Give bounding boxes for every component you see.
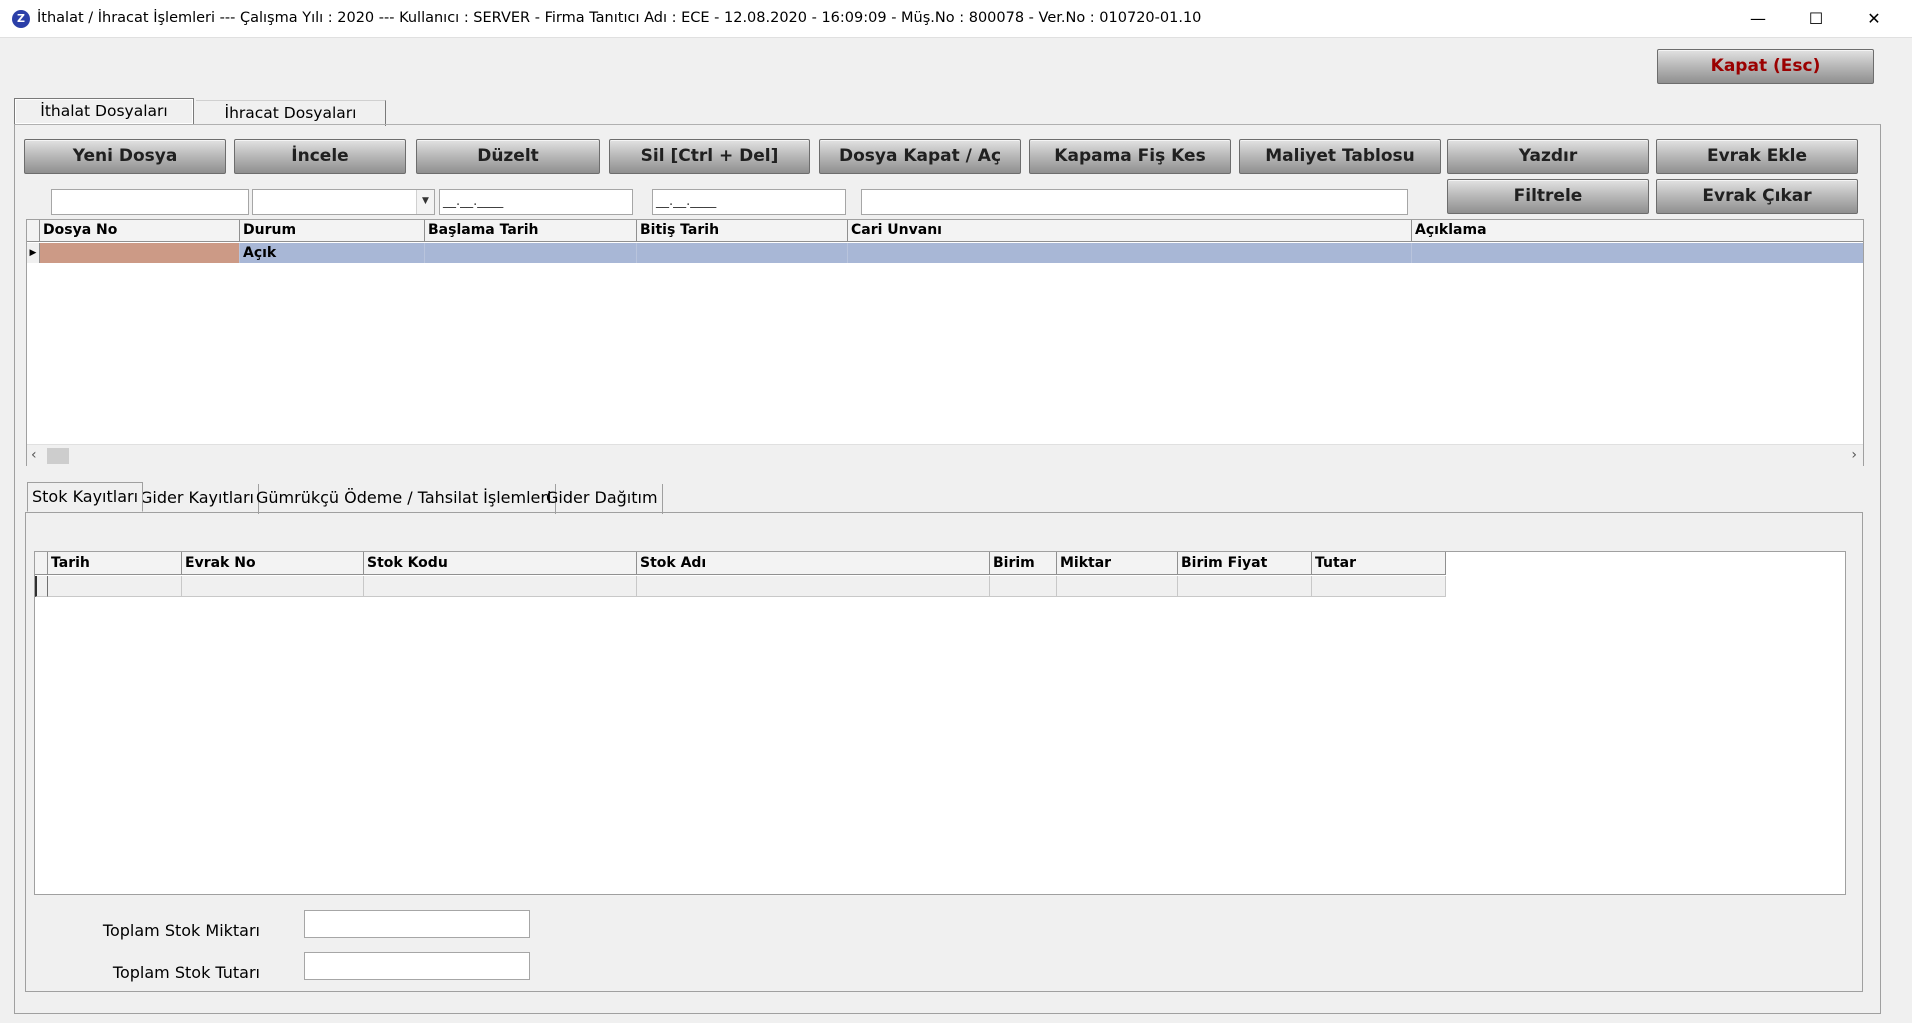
tab-ihracat-dosyalari[interactable]: İhracat Dosyaları xyxy=(196,100,386,126)
print-button[interactable]: Yazdır xyxy=(1447,139,1649,174)
table-cell[interactable] xyxy=(990,576,1057,597)
window-title: İthalat / İhracat İşlemleri --- Çalışma … xyxy=(37,10,1202,26)
filter-button[interactable]: Filtrele xyxy=(1447,179,1649,214)
row-indicator xyxy=(35,576,48,597)
start-date-filter[interactable]: __.__.____ xyxy=(439,189,633,215)
table-cell[interactable] xyxy=(637,243,848,263)
close-button[interactable]: Kapat (Esc) xyxy=(1657,49,1874,84)
table-cell[interactable] xyxy=(848,243,1412,263)
column-header[interactable]: Birim Fiyat xyxy=(1178,552,1312,575)
chevron-down-icon[interactable]: ▼ xyxy=(416,190,434,214)
durum-filter-select[interactable]: ▼ xyxy=(252,189,435,215)
scroll-right-icon[interactable]: › xyxy=(1851,447,1857,463)
maximize-icon[interactable]: ☐ xyxy=(1788,0,1844,38)
column-header[interactable]: Açıklama xyxy=(1412,220,1863,242)
new-file-button[interactable]: Yeni Dosya xyxy=(24,139,226,174)
column-header[interactable]: Dosya No xyxy=(40,220,240,242)
column-header[interactable]: Miktar xyxy=(1057,552,1178,575)
stock-grid[interactable]: Tarih Evrak No Stok Kodu Stok Adı Birim … xyxy=(34,551,1846,895)
table-cell[interactable]: Açık xyxy=(240,243,425,263)
delete-button[interactable]: Sil [Ctrl + Del] xyxy=(609,139,810,174)
cari-unvani-filter[interactable] xyxy=(861,189,1408,215)
row-indicator-header xyxy=(27,220,40,242)
cost-table-button[interactable]: Maliyet Tablosu xyxy=(1239,139,1441,174)
total-quantity-label: Toplam Stok Miktarı xyxy=(102,921,260,940)
table-cell[interactable] xyxy=(1178,576,1312,597)
column-header[interactable]: Birim xyxy=(990,552,1057,575)
table-cell[interactable] xyxy=(182,576,364,597)
title-bar: Z İthalat / İhracat İşlemleri --- Çalışm… xyxy=(0,0,1912,38)
table-cell[interactable] xyxy=(637,576,990,597)
row-indicator-header xyxy=(35,552,48,575)
tab-gider-kayitlari[interactable]: Gider Kayıtları xyxy=(136,484,259,514)
table-cell[interactable] xyxy=(1412,243,1863,263)
scrollbar-thumb[interactable] xyxy=(47,448,69,464)
total-amount-label: Toplam Stok Tutarı xyxy=(112,963,260,982)
total-amount-field[interactable] xyxy=(304,952,530,980)
files-grid[interactable]: Dosya No Durum Başlama Tarih Bitiş Tarih… xyxy=(26,219,1864,466)
column-header[interactable]: Başlama Tarih xyxy=(425,220,637,242)
dosya-no-filter[interactable] xyxy=(51,189,249,215)
current-row-arrow-icon: ▶ xyxy=(27,243,40,263)
tab-ithalat-dosyalari[interactable]: İthalat Dosyaları xyxy=(14,98,194,124)
table-cell[interactable] xyxy=(1057,576,1178,597)
column-header[interactable]: Tarih xyxy=(48,552,182,575)
column-header[interactable]: Tutar xyxy=(1312,552,1446,575)
tab-gumrukcu-odeme[interactable]: Gümrükçü Ödeme / Tahsilat İşlemleri xyxy=(252,484,557,514)
table-cell[interactable] xyxy=(364,576,637,597)
remove-document-button[interactable]: Evrak Çıkar xyxy=(1656,179,1858,214)
column-header[interactable]: Stok Adı xyxy=(637,552,990,575)
tab-stok-kayitlari[interactable]: Stok Kayıtları xyxy=(27,482,144,512)
edit-button[interactable]: Düzelt xyxy=(416,139,600,174)
scroll-left-icon[interactable]: ‹ xyxy=(31,447,37,463)
table-cell[interactable] xyxy=(1312,576,1446,597)
column-header[interactable]: Bitiş Tarih xyxy=(637,220,848,242)
end-date-filter[interactable]: __.__.____ xyxy=(652,189,846,215)
close-open-file-button[interactable]: Dosya Kapat / Aç xyxy=(819,139,1021,174)
column-header[interactable]: Durum xyxy=(240,220,425,242)
column-header[interactable]: Cari Unvanı xyxy=(848,220,1412,242)
app-icon: Z xyxy=(12,10,30,28)
add-document-button[interactable]: Evrak Ekle xyxy=(1656,139,1858,174)
table-cell[interactable] xyxy=(40,243,240,263)
column-header[interactable]: Stok Kodu xyxy=(364,552,637,575)
close-window-icon[interactable]: ✕ xyxy=(1846,0,1902,38)
tab-gider-dagitim[interactable]: Gider Dağıtım xyxy=(542,484,663,514)
total-quantity-field[interactable] xyxy=(304,910,530,938)
horizontal-scrollbar[interactable]: ‹ › xyxy=(27,444,1863,466)
closing-receipt-button[interactable]: Kapama Fiş Kes xyxy=(1029,139,1231,174)
table-cell[interactable] xyxy=(48,576,182,597)
column-header[interactable]: Evrak No xyxy=(182,552,364,575)
inspect-button[interactable]: İncele xyxy=(234,139,406,174)
table-cell[interactable] xyxy=(425,243,637,263)
minimize-icon[interactable]: — xyxy=(1730,0,1786,38)
